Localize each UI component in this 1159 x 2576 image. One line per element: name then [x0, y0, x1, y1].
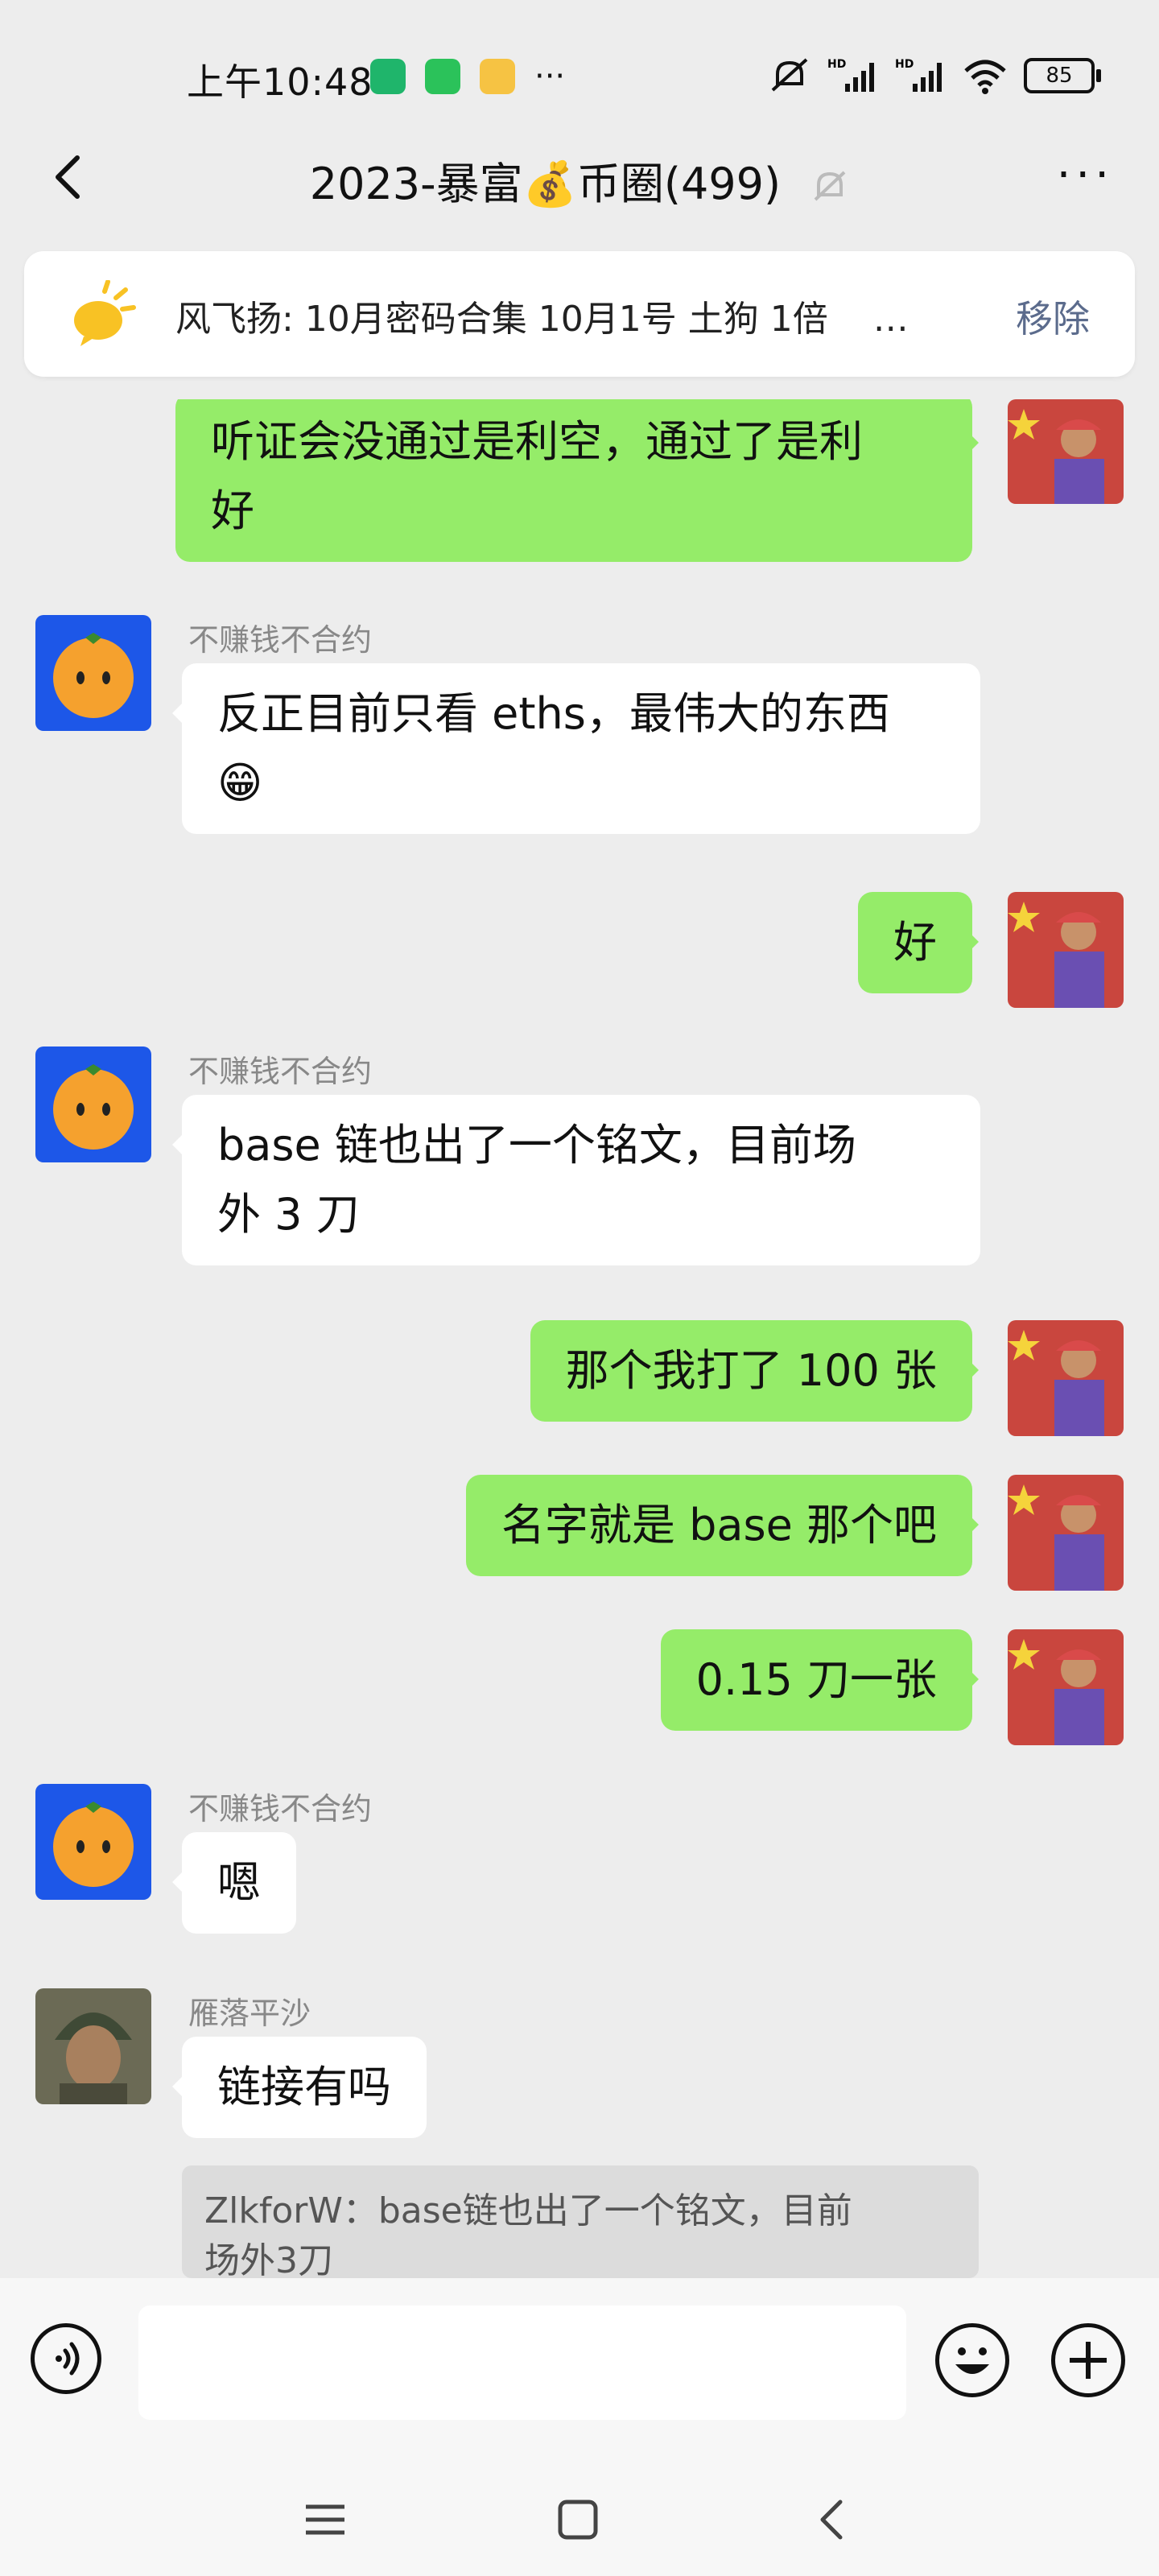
home-square-icon[interactable] — [555, 2497, 600, 2542]
my-avatar[interactable] — [1008, 892, 1124, 1008]
sender-avatar[interactable] — [35, 1046, 151, 1162]
svg-text:HD: HD — [895, 58, 914, 71]
avatar-image — [1008, 1320, 1124, 1436]
message-bubble[interactable]: 听证会没通过是利空，通过了是利 好 — [175, 399, 979, 562]
my-avatar[interactable] — [1008, 399, 1124, 504]
message-bubble[interactable]: base 链也出了一个铭文，目前场 外 3 刀 — [172, 1095, 980, 1265]
plus-icon[interactable] — [1051, 2323, 1125, 2397]
quote-line: 场外3刀 — [204, 2240, 333, 2278]
message-line: 😁 — [217, 758, 263, 808]
message-line: 0.15 刀一张 — [695, 1654, 937, 1705]
message-line: base 链也出了一个铭文，目前场 — [217, 1120, 856, 1170]
avatar-image — [1008, 1475, 1124, 1591]
message-line: 听证会没通过是利空，通过了是利 — [211, 416, 863, 467]
hd-signal-icon: HD — [827, 58, 874, 92]
input-bar — [0, 2278, 1159, 2576]
avatar-image — [1008, 399, 1124, 504]
sender-avatar[interactable] — [35, 1988, 151, 2104]
avatar-image — [1008, 1629, 1124, 1745]
message-line: 好 — [893, 917, 937, 968]
emoji-icon[interactable] — [935, 2323, 1009, 2397]
sender-avatar[interactable] — [35, 1784, 151, 1900]
message-bubble[interactable]: 0.15 刀一张 — [660, 1629, 980, 1731]
pinned-ellipsis: … — [872, 299, 909, 340]
quoted-message[interactable]: ZlkforW：base链也出了一个铭文，目前 场外3刀 — [182, 2165, 979, 2278]
chat-header: 2023-暴富💰币圈(499) ··· — [0, 137, 1159, 225]
voice-icon[interactable] — [31, 2323, 101, 2394]
message-line: 嗯 — [217, 1857, 261, 1908]
message-line: 反正目前只看 eths，最伟大的东西 — [217, 688, 890, 739]
smiley-face-icon — [955, 2347, 989, 2374]
message-line: 好 — [211, 485, 254, 536]
battery-icon: 85 — [1024, 58, 1101, 93]
bell-off-icon — [814, 171, 846, 201]
system-navigation-bar — [0, 2476, 1159, 2565]
sender-name: 不赚钱不合约 — [188, 622, 373, 658]
my-avatar[interactable] — [1008, 1475, 1124, 1591]
pinned-text: 风飞扬: 10月密码合集 10月1号 土狗 1倍 … — [175, 290, 909, 341]
sender-name: 不赚钱不合约 — [188, 1054, 373, 1089]
message-list[interactable]: 听证会没通过是利空，通过了是利 好 不赚钱不合约 反正目前只看 eths，最伟大… — [0, 399, 1159, 2278]
sender-avatar[interactable] — [35, 615, 151, 731]
chat-title: 2023-暴富💰币圈(499) — [0, 148, 1159, 212]
message-bubble[interactable]: 链接有吗 — [172, 2037, 427, 2138]
speaker-bulb-icon — [74, 280, 136, 346]
pinned-message: 风飞扬: 10月密码合集 10月1号 土狗 1倍 — [175, 299, 828, 340]
soldier-avatar-image — [35, 1988, 151, 2104]
wechat-icon — [425, 59, 460, 94]
svg-text:HD: HD — [827, 58, 846, 71]
notification-app-icon — [480, 59, 515, 94]
status-bar: 上午10:48 ··· HD HD 85 — [0, 0, 1159, 153]
more-options-button[interactable]: ··· — [1057, 153, 1114, 198]
message-line: 那个我打了 100 张 — [565, 1345, 937, 1396]
status-time: 上午10:48 — [187, 60, 373, 104]
message-bubble[interactable]: 反正目前只看 eths，最伟大的东西 😁 — [172, 663, 980, 834]
my-avatar[interactable] — [1008, 1320, 1124, 1436]
message-line: 链接有吗 — [217, 2062, 391, 2112]
battery-level: 85 — [1046, 64, 1073, 88]
plus-sign-icon — [1070, 2342, 1107, 2379]
message-line: 名字就是 base 那个吧 — [501, 1500, 937, 1550]
sender-name: 不赚钱不合约 — [188, 1791, 373, 1827]
orange-avatar-image — [35, 615, 151, 731]
sender-name: 雁落平沙 — [188, 1996, 311, 2031]
message-bubble[interactable]: 嗯 — [172, 1832, 296, 1934]
quote-line: ZlkforW：base链也出了一个铭文，目前 — [204, 2190, 852, 2231]
wifi-icon — [964, 60, 1006, 94]
message-line: 外 3 刀 — [217, 1189, 360, 1240]
orange-avatar-image — [35, 1046, 151, 1162]
message-bubble[interactable]: 那个我打了 100 张 — [530, 1320, 980, 1422]
chat-title-text: 2023-暴富💰币圈(499) — [309, 159, 782, 209]
hd-signal-icon: HD — [895, 58, 942, 92]
menu-icon[interactable] — [303, 2497, 348, 2542]
message-input[interactable] — [138, 2306, 906, 2420]
avatar-image — [1008, 892, 1124, 1008]
status-more-dots: ··· — [534, 58, 566, 95]
message-bubble[interactable]: 好 — [858, 892, 979, 993]
shield-app-icon — [370, 59, 406, 94]
mute-icon — [771, 58, 808, 92]
status-notification-icons: ··· — [370, 58, 565, 95]
pinned-announcement[interactable]: 风飞扬: 10月密码合集 10月1号 土狗 1倍 … 移除 — [24, 251, 1135, 377]
orange-avatar-image — [35, 1784, 151, 1900]
status-system-icons: HD HD 85 — [768, 56, 1101, 95]
my-avatar[interactable] — [1008, 1629, 1124, 1745]
voice-waves-icon — [56, 2342, 80, 2376]
back-triangle-icon[interactable] — [810, 2497, 855, 2542]
message-bubble[interactable]: 名字就是 base 那个吧 — [465, 1475, 980, 1576]
remove-pinned-button[interactable]: 移除 — [1016, 290, 1090, 343]
